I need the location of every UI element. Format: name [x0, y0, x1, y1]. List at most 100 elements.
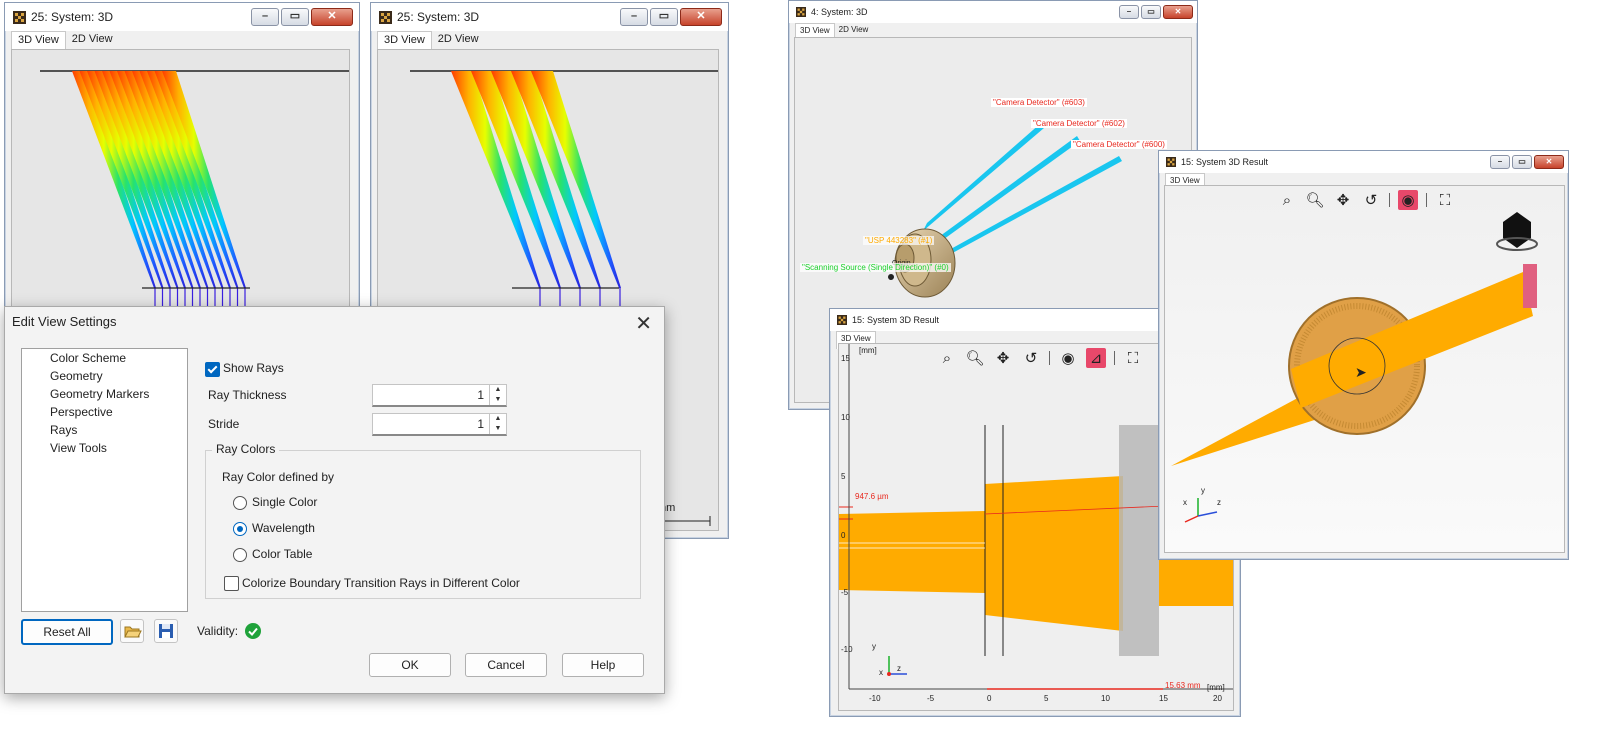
color-table-radio[interactable]	[233, 548, 247, 562]
axis-unit-top: [mm]	[859, 346, 877, 355]
lens-label: "USP 443283" (#1)	[863, 236, 935, 245]
app-icon	[796, 7, 806, 17]
tab-3d-view[interactable]: 3D View	[11, 31, 66, 49]
wavelength-radio[interactable]	[233, 522, 247, 536]
x-tick: 10	[1101, 694, 1110, 703]
single-color-label: Single Color	[252, 495, 318, 509]
fullscreen-icon[interactable]: ⛶	[1435, 190, 1455, 210]
single-color-radio[interactable]	[233, 496, 247, 510]
tab-2d-view[interactable]: 2D View	[432, 31, 485, 49]
triad-x-label: x	[879, 668, 883, 677]
y-tick: 15	[841, 354, 850, 363]
nav-item-view-tools[interactable]: View Tools	[22, 439, 187, 457]
rotate-icon[interactable]: ↺	[1361, 190, 1381, 210]
title-bar[interactable]: 15: System 3D Result – ▭ ✕	[1159, 151, 1568, 173]
y-tick: 0	[841, 531, 846, 540]
minimize-button[interactable]: –	[620, 8, 648, 26]
maximize-icon: ▭	[1518, 157, 1526, 166]
minimize-icon: –	[1497, 157, 1503, 166]
y-tick: 5	[841, 472, 846, 481]
pan-icon[interactable]: ✥	[993, 348, 1013, 368]
close-button[interactable]: ✕	[311, 8, 353, 26]
maximize-icon: ▭	[658, 10, 670, 22]
maximize-button[interactable]: ▭	[1141, 5, 1161, 19]
stride-value: 1	[477, 417, 484, 431]
ok-button[interactable]: OK	[369, 653, 451, 677]
minimize-icon: –	[630, 10, 638, 22]
zoom-window-icon[interactable]: ⌕	[1277, 190, 1297, 210]
colorize-boundary-label: Colorize Boundary Transition Rays in Dif…	[242, 576, 520, 590]
minimize-button[interactable]: –	[251, 8, 279, 26]
help-button[interactable]: Help	[562, 653, 644, 677]
show-rays-label: Show Rays	[223, 361, 284, 375]
nav-item-color-scheme[interactable]: Color Scheme	[22, 349, 187, 367]
colorize-boundary-checkbox[interactable]	[224, 576, 239, 591]
title-bar[interactable]: 4: System: 3D – ▭ ✕	[789, 1, 1197, 23]
fullscreen-icon[interactable]: ⛶	[1123, 348, 1143, 368]
x-tick: -10	[869, 694, 881, 703]
stepper-arrows-icon[interactable]: ▲ ▼	[489, 414, 506, 434]
close-button[interactable]: ✕	[680, 8, 722, 26]
minimize-button[interactable]: –	[1119, 5, 1139, 19]
close-icon[interactable]: ✕	[635, 311, 652, 336]
x-tick: -5	[927, 694, 935, 703]
maximize-icon: ▭	[1147, 7, 1155, 16]
view-toolbar: ⌕ 🔍︎ ✥ ↺ ◉ ⊿ ⛶	[937, 348, 1143, 368]
close-icon: ✕	[1174, 7, 1182, 16]
toolbar-separator	[1114, 351, 1115, 365]
measure-icon[interactable]: ⊿	[1086, 348, 1106, 368]
zoom-window-icon[interactable]: ⌕	[937, 348, 957, 368]
close-icon: ✕	[696, 10, 706, 22]
eye-icon[interactable]: ◉	[1058, 348, 1078, 368]
x-tick: 5	[1044, 694, 1049, 703]
minimize-button[interactable]: –	[1490, 155, 1510, 169]
title-bar[interactable]: 25: System: 3D – ▭ ✕	[371, 3, 728, 31]
nav-item-rays[interactable]: Rays	[22, 421, 187, 439]
stepper-arrows-icon[interactable]: ▲ ▼	[489, 385, 506, 405]
show-rays-checkbox[interactable]	[205, 362, 220, 377]
title-bar[interactable]: 25: System: 3D – ▭ ✕	[5, 3, 359, 31]
ray-colors-group-title: Ray Colors	[212, 442, 280, 456]
maximize-button[interactable]: ▭	[650, 8, 678, 26]
axis-unit-bottom: [mm]	[1207, 683, 1225, 692]
view-toolbar: ⌕ 🔍︎ ✥ ↺ ◉ ⛶	[1277, 190, 1455, 210]
eye-icon[interactable]: ◉	[1398, 190, 1418, 210]
stride-stepper[interactable]: 1 ▲ ▼	[372, 413, 507, 436]
app-icon	[13, 11, 26, 24]
nav-item-geometry-markers[interactable]: Geometry Markers	[22, 385, 187, 403]
tab-2d-view[interactable]: 2D View	[66, 31, 119, 49]
y-tick: -10	[841, 645, 853, 654]
detector-603-label: "Camera Detector" (#603)	[991, 98, 1087, 107]
close-button[interactable]: ✕	[1534, 155, 1564, 169]
close-button[interactable]: ✕	[1163, 5, 1193, 19]
maximize-button[interactable]: ▭	[1512, 155, 1532, 169]
reset-all-button[interactable]: Reset All	[21, 619, 113, 645]
mouse-cursor-icon: ➤	[1355, 364, 1367, 380]
open-file-button[interactable]	[120, 619, 144, 643]
cancel-button[interactable]: Cancel	[465, 653, 547, 677]
detector-602-label: "Camera Detector" (#602)	[1031, 119, 1127, 128]
dialog-title: Edit View Settings	[12, 314, 117, 329]
edit-view-settings-dialog: Edit View Settings ✕ Color Scheme Geomet…	[4, 306, 665, 694]
triad-y-label: y	[872, 642, 876, 651]
maximize-icon: ▭	[289, 10, 301, 22]
settings-nav-list: Color Scheme Geometry Geometry Markers P…	[21, 348, 188, 612]
window-title: 15: System 3D Result	[1181, 157, 1269, 167]
pan-icon[interactable]: ✥	[1333, 190, 1353, 210]
close-icon: ✕	[1545, 157, 1553, 166]
stride-label: Stride	[208, 417, 240, 431]
toolbar-separator	[1049, 351, 1050, 365]
zoom-icon[interactable]: 🔍︎	[1305, 190, 1325, 210]
nav-item-geometry[interactable]: Geometry	[22, 367, 187, 385]
tab-3d-view[interactable]: 3D View	[377, 31, 432, 49]
rotate-icon[interactable]: ↺	[1021, 348, 1041, 368]
save-button[interactable]	[154, 619, 178, 643]
nav-item-perspective[interactable]: Perspective	[22, 403, 187, 421]
system-3d-result-window-3d: 15: System 3D Result – ▭ ✕ 3D View ⌕ 🔍︎ …	[1158, 150, 1569, 560]
zoom-icon[interactable]: 🔍︎	[965, 348, 985, 368]
ray-thickness-stepper[interactable]: 1 ▲ ▼	[372, 384, 507, 407]
window-title: 15: System 3D Result	[852, 315, 940, 325]
close-icon: ✕	[327, 10, 337, 22]
maximize-button[interactable]: ▭	[281, 8, 309, 26]
3d-viewport[interactable]: ⌕ 🔍︎ ✥ ↺ ◉ ⛶ y x z ➤	[1164, 185, 1565, 553]
